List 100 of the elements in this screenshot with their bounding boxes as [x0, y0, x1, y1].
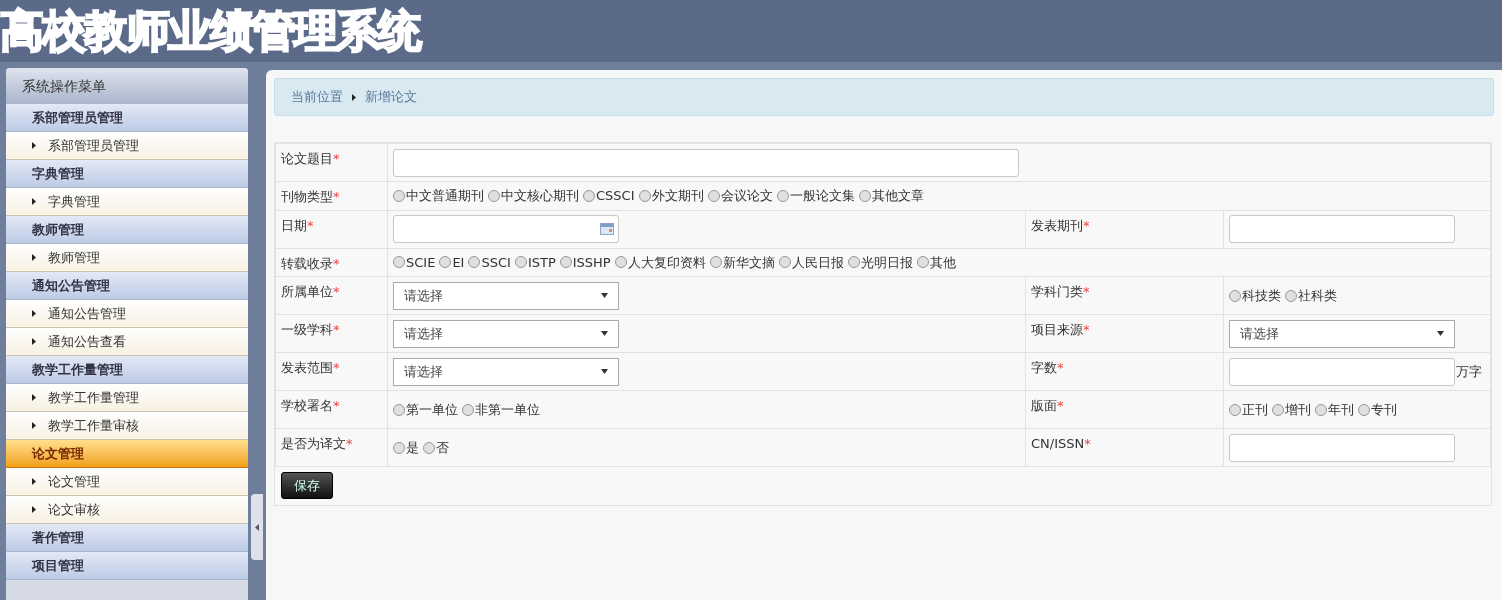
menu-item[interactable]: 论文审核 [6, 496, 248, 524]
radio-button[interactable] [393, 403, 405, 416]
field-label: 刊物类型* [281, 189, 340, 204]
radio-option[interactable]: 专刊 [1358, 399, 1397, 420]
radio-option[interactable]: 新华文摘 [709, 252, 775, 272]
caret-icon [352, 93, 356, 101]
radio-button[interactable] [1229, 403, 1241, 416]
menu-group[interactable]: 字典管理 [6, 160, 248, 188]
radio-button[interactable] [514, 256, 527, 269]
caret-icon [601, 331, 608, 336]
radio-option[interactable]: 正刊 [1229, 399, 1268, 420]
caret-icon [255, 523, 259, 531]
breadcrumb-label: 当前位置 [291, 88, 343, 107]
text-field[interactable] [1229, 357, 1455, 386]
select-dropdown[interactable]: 请选择 [1229, 319, 1455, 348]
radio-button[interactable] [1285, 289, 1297, 302]
menu-item[interactable]: 教学工作量管理 [6, 384, 248, 412]
field-label: CN/ISSN* [1031, 436, 1091, 451]
radio-option[interactable]: 外文期刊 [638, 186, 704, 206]
menu-item[interactable]: 教学工作量审核 [6, 412, 248, 440]
menu-item[interactable]: 系部管理员管理 [6, 132, 248, 160]
radio-option[interactable]: 人大复印资料 [614, 252, 706, 272]
radio-option[interactable]: 会议论文 [707, 186, 773, 206]
menu-item[interactable]: 教师管理 [6, 244, 248, 272]
field-label: 学科门类* [1031, 284, 1090, 299]
menu-group[interactable]: 系部管理员管理 [6, 104, 248, 132]
select-dropdown[interactable]: 请选择 [393, 319, 619, 348]
menu-item[interactable]: 通知公告管理 [6, 300, 248, 328]
radio-button[interactable] [468, 256, 481, 269]
caret-icon [32, 338, 36, 345]
text-field[interactable] [1229, 433, 1455, 462]
radio-option[interactable]: SSCI [468, 252, 511, 272]
radio-option[interactable]: EI [439, 252, 465, 272]
text-field[interactable] [393, 148, 1019, 177]
menu-item[interactable]: 通知公告查看 [6, 328, 248, 356]
radio-button[interactable] [778, 256, 791, 269]
caret-icon [32, 254, 36, 261]
menu-item[interactable]: 字典管理 [6, 188, 248, 216]
radio-button[interactable] [776, 189, 789, 202]
radio-button[interactable] [423, 441, 435, 454]
radio-button[interactable] [638, 189, 651, 202]
radio-option[interactable]: 中文核心期刊 [488, 186, 579, 206]
select-dropdown[interactable]: 请选择 [393, 281, 619, 310]
radio-button[interactable] [1358, 403, 1370, 416]
radio-button[interactable] [559, 256, 572, 269]
radio-button[interactable] [916, 256, 929, 269]
radio-button[interactable] [393, 441, 405, 454]
caret-icon [601, 369, 608, 374]
radio-button[interactable] [847, 256, 860, 269]
menu-group[interactable]: 通知公告管理 [6, 272, 248, 300]
radio-option[interactable]: 年刊 [1315, 399, 1354, 420]
save-button[interactable]: 保存 [280, 472, 333, 500]
radio-option[interactable]: 中文普通期刊 [393, 186, 484, 206]
radio-option[interactable]: 光明日报 [847, 252, 913, 272]
caret-icon [32, 198, 36, 205]
radio-button[interactable] [393, 189, 405, 202]
menu-group[interactable]: 项目管理 [6, 552, 248, 580]
caret-icon [32, 478, 36, 485]
radio-button[interactable] [709, 256, 722, 269]
collapse-handle[interactable] [251, 494, 263, 560]
radio-button[interactable] [707, 189, 720, 202]
radio-option[interactable]: ISSHP [559, 252, 611, 272]
radio-button[interactable] [1272, 403, 1284, 416]
radio-option[interactable]: ISTP [514, 252, 556, 272]
menu-group[interactable]: 教学工作量管理 [6, 356, 248, 384]
radio-option[interactable]: 增刊 [1272, 399, 1311, 420]
radio-button[interactable] [1229, 289, 1241, 302]
radio-option[interactable]: 科技类 [1229, 285, 1281, 306]
radio-button[interactable] [583, 189, 595, 202]
radio-option[interactable]: 其他文章 [858, 186, 924, 206]
calendar-icon[interactable] [600, 223, 614, 235]
radio-option[interactable]: 社科类 [1285, 285, 1337, 306]
menu-group[interactable]: 教师管理 [6, 216, 248, 244]
menu-group[interactable]: 著作管理 [6, 524, 248, 552]
radio-option[interactable]: 其他 [916, 252, 956, 272]
caret-icon [32, 310, 36, 317]
radio-button[interactable] [462, 403, 474, 416]
menu-item[interactable]: 论文管理 [6, 468, 248, 496]
radio-option[interactable]: 是 [393, 437, 419, 458]
menu-item-label: 教学工作量管理 [48, 388, 139, 407]
radio-option[interactable]: 第一单位 [393, 399, 458, 420]
date-field[interactable] [393, 215, 619, 243]
radio-option[interactable]: CSSCI [583, 186, 635, 206]
radio-option[interactable]: SCIE [393, 252, 436, 272]
caret-icon [32, 394, 36, 401]
text-field[interactable] [1229, 215, 1455, 243]
radio-button[interactable] [1315, 403, 1327, 416]
radio-button[interactable] [488, 189, 500, 202]
caret-icon [32, 506, 36, 513]
radio-button[interactable] [439, 256, 452, 269]
radio-option[interactable]: 否 [423, 437, 449, 458]
radio-button[interactable] [393, 256, 405, 269]
radio-button[interactable] [614, 256, 627, 269]
radio-option[interactable]: 非第一单位 [462, 399, 540, 420]
radio-button[interactable] [858, 189, 871, 202]
radio-option[interactable]: 人民日报 [778, 252, 844, 272]
radio-option[interactable]: 一般论文集 [776, 186, 855, 206]
caret-icon [601, 293, 608, 298]
select-dropdown[interactable]: 请选择 [393, 357, 619, 386]
menu-group[interactable]: 论文管理 [6, 440, 248, 468]
